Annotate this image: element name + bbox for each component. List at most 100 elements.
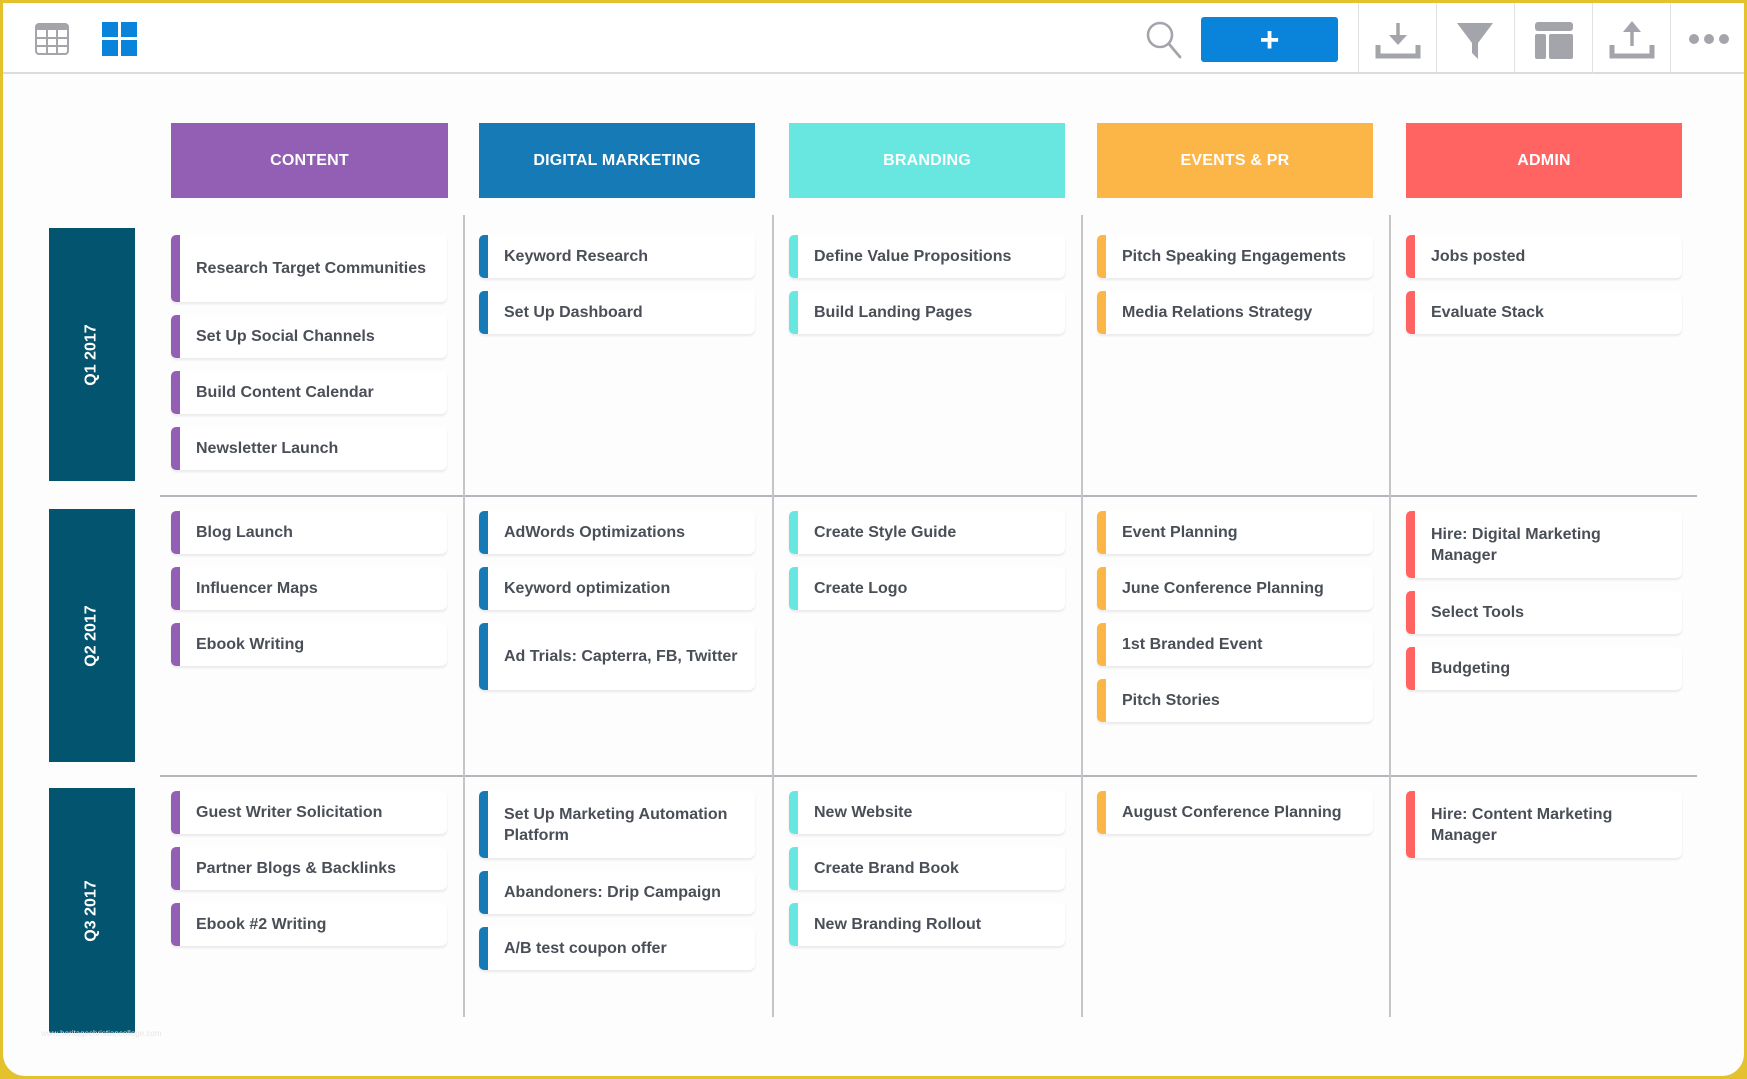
category-color-bar xyxy=(1097,679,1106,722)
category-color-bar xyxy=(479,511,488,554)
column-header-content[interactable]: CONTENT xyxy=(171,123,448,198)
add-button[interactable]: + xyxy=(1201,17,1338,62)
category-color-bar xyxy=(1406,791,1415,858)
task-card[interactable]: Abandoners: Drip Campaign xyxy=(479,871,755,914)
task-card[interactable]: Create Style Guide xyxy=(789,511,1065,554)
task-card[interactable]: Hire: Digital Marketing Manager xyxy=(1406,511,1682,578)
task-title: Pitch Stories xyxy=(1122,692,1220,709)
row-label-q1: Q1 2017 xyxy=(49,228,135,481)
layout-icon[interactable] xyxy=(1535,22,1573,59)
upload-icon[interactable] xyxy=(1609,20,1655,59)
category-color-bar xyxy=(1406,235,1415,278)
task-card[interactable]: Build Landing Pages xyxy=(789,291,1065,334)
category-color-bar xyxy=(1097,235,1106,278)
task-title: New Branding Rollout xyxy=(814,916,982,933)
task-card[interactable]: Set Up Dashboard xyxy=(479,291,755,334)
category-color-bar xyxy=(1097,511,1106,554)
task-title: Ebook Writing xyxy=(196,636,305,653)
task-title: Guest Writer Solicitation xyxy=(196,804,383,821)
task-card[interactable]: Set Up Marketing Automation Platform xyxy=(479,791,755,858)
cell-content-q3: Guest Writer Solicitation Partner Blogs &… xyxy=(171,791,447,959)
task-card[interactable]: 1st Branded Event xyxy=(1097,623,1373,666)
task-card[interactable]: Keyword Research xyxy=(479,235,755,278)
task-title: Research Target Communities xyxy=(196,260,426,277)
task-card[interactable]: June Conference Planning xyxy=(1097,567,1373,610)
category-color-bar xyxy=(789,847,798,890)
category-color-bar xyxy=(171,623,180,666)
task-card[interactable]: Ebook #2 Writing xyxy=(171,903,447,946)
column-divider xyxy=(1081,215,1083,1017)
category-color-bar xyxy=(789,291,798,334)
filter-icon[interactable] xyxy=(1456,21,1494,61)
task-title: June Conference Planning xyxy=(1122,580,1324,597)
column-header-admin[interactable]: ADMIN xyxy=(1406,123,1682,198)
category-color-bar xyxy=(1406,291,1415,334)
task-card[interactable]: Ad Trials: Capterra, FB, Twitter xyxy=(479,623,755,690)
task-title: New Website xyxy=(814,804,913,821)
task-card[interactable]: New Website xyxy=(789,791,1065,834)
task-card[interactable]: Hire: Content Marketing Manager xyxy=(1406,791,1682,858)
row-label-text: Q3 2017 xyxy=(82,879,100,942)
cell-events_pr-q1: Pitch Speaking Engagements Media Relation… xyxy=(1097,235,1373,347)
toolbar-divider xyxy=(1592,3,1593,74)
search-icon[interactable] xyxy=(1146,21,1182,59)
task-card[interactable]: AdWords Optimizations xyxy=(479,511,755,554)
cell-branding-q2: Create Style Guide Create Logo xyxy=(789,511,1065,623)
column-header-digital-marketing[interactable]: DIGITAL MARKETING xyxy=(479,123,755,198)
task-card[interactable]: Select Tools xyxy=(1406,591,1682,634)
category-color-bar xyxy=(1406,511,1415,578)
row-label-q3: Q3 2017 xyxy=(49,788,135,1033)
table-grid-icon[interactable] xyxy=(35,23,69,55)
task-card[interactable]: A/B test coupon offer xyxy=(479,927,755,970)
category-color-bar xyxy=(479,567,488,610)
task-card[interactable]: Create Brand Book xyxy=(789,847,1065,890)
task-card[interactable]: Media Relations Strategy xyxy=(1097,291,1373,334)
task-card[interactable]: Event Planning xyxy=(1097,511,1373,554)
task-card[interactable]: Partner Blogs & Backlinks xyxy=(171,847,447,890)
category-color-bar xyxy=(479,235,488,278)
category-color-bar xyxy=(1097,791,1106,834)
task-title: Partner Blogs & Backlinks xyxy=(196,860,397,877)
task-card[interactable]: Set Up Social Channels xyxy=(171,315,447,358)
task-card[interactable]: Pitch Speaking Engagements xyxy=(1097,235,1373,278)
task-card[interactable]: Pitch Stories xyxy=(1097,679,1373,722)
task-card[interactable]: Newsletter Launch xyxy=(171,427,447,470)
task-title: Newsletter Launch xyxy=(196,440,339,457)
category-color-bar xyxy=(1097,567,1106,610)
task-title: Set Up Dashboard xyxy=(504,304,643,321)
task-card[interactable]: New Branding Rollout xyxy=(789,903,1065,946)
category-color-bar xyxy=(1097,623,1106,666)
task-card[interactable]: Build Content Calendar xyxy=(171,371,447,414)
task-title: Keyword Research xyxy=(504,248,649,265)
row-label-q2: Q2 2017 xyxy=(49,509,135,762)
task-card[interactable]: Create Logo xyxy=(789,567,1065,610)
category-color-bar xyxy=(171,427,180,470)
column-label: CONTENT xyxy=(270,151,349,169)
column-divider xyxy=(1389,215,1391,1017)
more-dots-icon[interactable] xyxy=(1688,33,1730,45)
download-icon[interactable] xyxy=(1375,21,1421,59)
task-card[interactable]: Define Value Propositions xyxy=(789,235,1065,278)
task-card[interactable]: Influencer Maps xyxy=(171,567,447,610)
task-title: Set Up Social Channels xyxy=(196,328,375,345)
task-card[interactable]: Budgeting xyxy=(1406,647,1682,690)
category-color-bar xyxy=(171,315,180,358)
board-tiles-icon[interactable] xyxy=(102,22,137,56)
task-title: Select Tools xyxy=(1431,604,1525,621)
task-card[interactable]: August Conference Planning xyxy=(1097,791,1373,834)
task-card[interactable]: Jobs posted xyxy=(1406,235,1682,278)
toolbar-divider xyxy=(1514,3,1515,74)
task-card[interactable]: Research Target Communities xyxy=(171,235,447,302)
task-card[interactable]: Keyword optimization xyxy=(479,567,755,610)
category-color-bar xyxy=(789,235,798,278)
task-card[interactable]: Ebook Writing xyxy=(171,623,447,666)
category-color-bar xyxy=(171,847,180,890)
row-divider xyxy=(160,775,1697,777)
column-header-events-pr[interactable]: EVENTS & PR xyxy=(1097,123,1373,198)
column-header-branding[interactable]: BRANDING xyxy=(789,123,1065,198)
cell-admin-q3: Hire: Content Marketing Manager xyxy=(1406,791,1682,871)
task-card[interactable]: Guest Writer Solicitation xyxy=(171,791,447,834)
task-title: Blog Launch xyxy=(196,524,293,541)
task-card[interactable]: Evaluate Stack xyxy=(1406,291,1682,334)
task-card[interactable]: Blog Launch xyxy=(171,511,447,554)
